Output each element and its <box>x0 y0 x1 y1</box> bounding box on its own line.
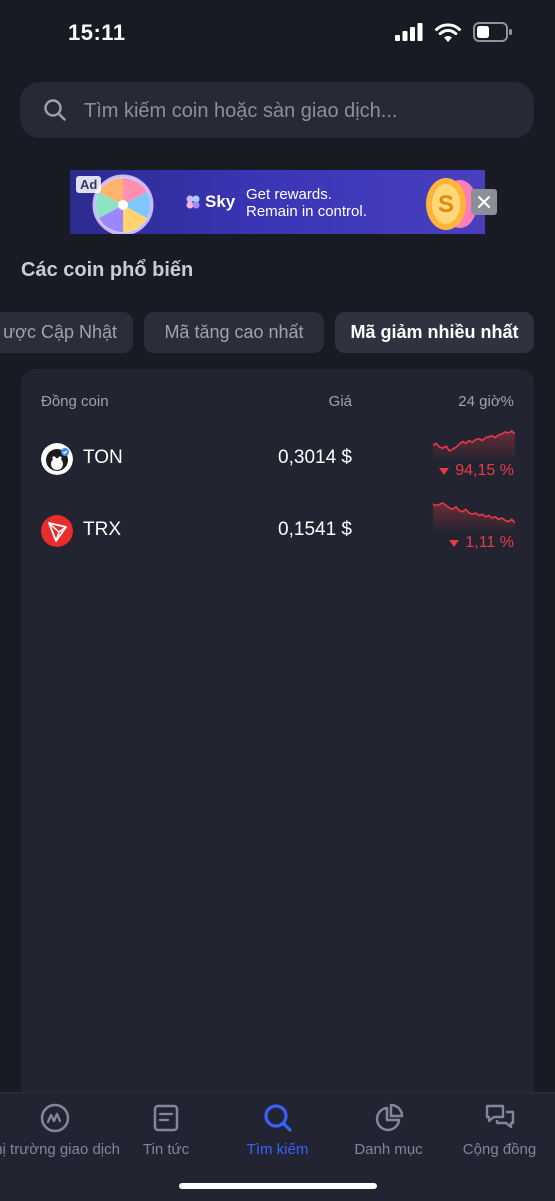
ad-brand: Sky <box>185 192 235 212</box>
section-title: Các coin phổ biến <box>21 259 194 281</box>
ad-banner[interactable]: Ad Sky Get rewards. Remain in control. S <box>70 170 485 234</box>
cmc-logo-icon <box>40 1103 70 1133</box>
chat-bubbles-icon <box>485 1104 514 1129</box>
ad-close-button[interactable] <box>471 189 497 215</box>
ad-brand-name: Sky <box>205 192 236 211</box>
nav-item-news[interactable]: Tin tức <box>110 1093 222 1163</box>
tab-top-losers[interactable]: Mã giảm nhiều nhất <box>335 312 534 353</box>
ad-badge: Ad <box>76 176 102 193</box>
ad-text: Get rewards. Remain in control. <box>246 186 367 220</box>
tab-recently-updated[interactable]: ược Cập Nhật <box>0 312 133 353</box>
svg-text:S: S <box>438 191 454 218</box>
caret-down-icon <box>449 539 460 547</box>
coin-price: 0,3014 $ <box>278 447 352 468</box>
column-header-coin: Đồng coin <box>41 393 109 410</box>
search-icon <box>44 99 66 121</box>
nav-item-portfolio[interactable]: Danh mục <box>333 1093 444 1163</box>
price-change-value: 94,15 % <box>455 462 514 479</box>
home-indicator <box>179 1183 377 1189</box>
prize-wheel-icon <box>92 174 154 234</box>
status-time: 15:11 <box>68 20 126 45</box>
wifi-icon <box>435 22 461 42</box>
nav-item-market[interactable]: thị trường giao dịch <box>0 1093 120 1163</box>
coin-symbol: TON <box>83 447 123 468</box>
search-icon <box>263 1104 292 1132</box>
ton-logo-icon <box>41 443 73 475</box>
price-change: 94,15 % <box>439 462 514 480</box>
cellular-signal-icon <box>395 23 423 41</box>
nav-label: Tin tức <box>142 1141 190 1158</box>
news-icon <box>153 1104 179 1132</box>
status-icons <box>395 22 513 42</box>
status-bar: 15:11 <box>0 0 555 66</box>
sparkline-chart <box>433 430 515 461</box>
price-change-value: 1,11 % <box>465 534 514 551</box>
nav-item-community[interactable]: Cộng đồng <box>444 1093 555 1163</box>
sky-logo-icon <box>186 195 200 209</box>
nav-label: Cộng đồng <box>462 1141 537 1158</box>
nav-label: thị trường giao dịch <box>0 1141 120 1158</box>
search-bar[interactable] <box>20 82 534 140</box>
close-icon <box>478 196 490 208</box>
battery-icon <box>473 22 512 42</box>
sparkline-chart <box>433 502 515 533</box>
table-row[interactable]: TON 0,3014 $ 94,15 % <box>21 428 534 488</box>
nav-item-search[interactable]: Tìm kiếm <box>222 1093 333 1163</box>
filter-tabs: ược Cập Nhật Mã tăng cao nhất Mã giảm nh… <box>0 312 555 354</box>
coin-table: Đồng coin Giá 24 giờ% TON 0,3014 $ 94,15… <box>21 369 534 1129</box>
coin-symbol: TRX <box>83 519 121 540</box>
table-row[interactable]: TRX 0,1541 $ 1,11 % <box>21 500 534 560</box>
search-input[interactable] <box>82 82 526 140</box>
nav-label: Tìm kiếm <box>246 1141 309 1158</box>
tron-logo-icon <box>41 515 73 547</box>
pie-chart-icon <box>375 1103 403 1132</box>
tab-top-gainers[interactable]: Mã tăng cao nhất <box>144 312 324 353</box>
price-change: 1,11 % <box>449 534 514 552</box>
nav-label: Danh mục <box>354 1141 423 1158</box>
column-header-change: 24 giờ% <box>458 393 514 410</box>
ad-line-1: Get rewards. <box>246 186 332 203</box>
caret-down-icon <box>439 467 450 475</box>
column-header-price: Giá <box>328 393 352 410</box>
coin-price: 0,1541 $ <box>278 519 352 540</box>
ad-line-2: Remain in control. <box>246 203 367 220</box>
